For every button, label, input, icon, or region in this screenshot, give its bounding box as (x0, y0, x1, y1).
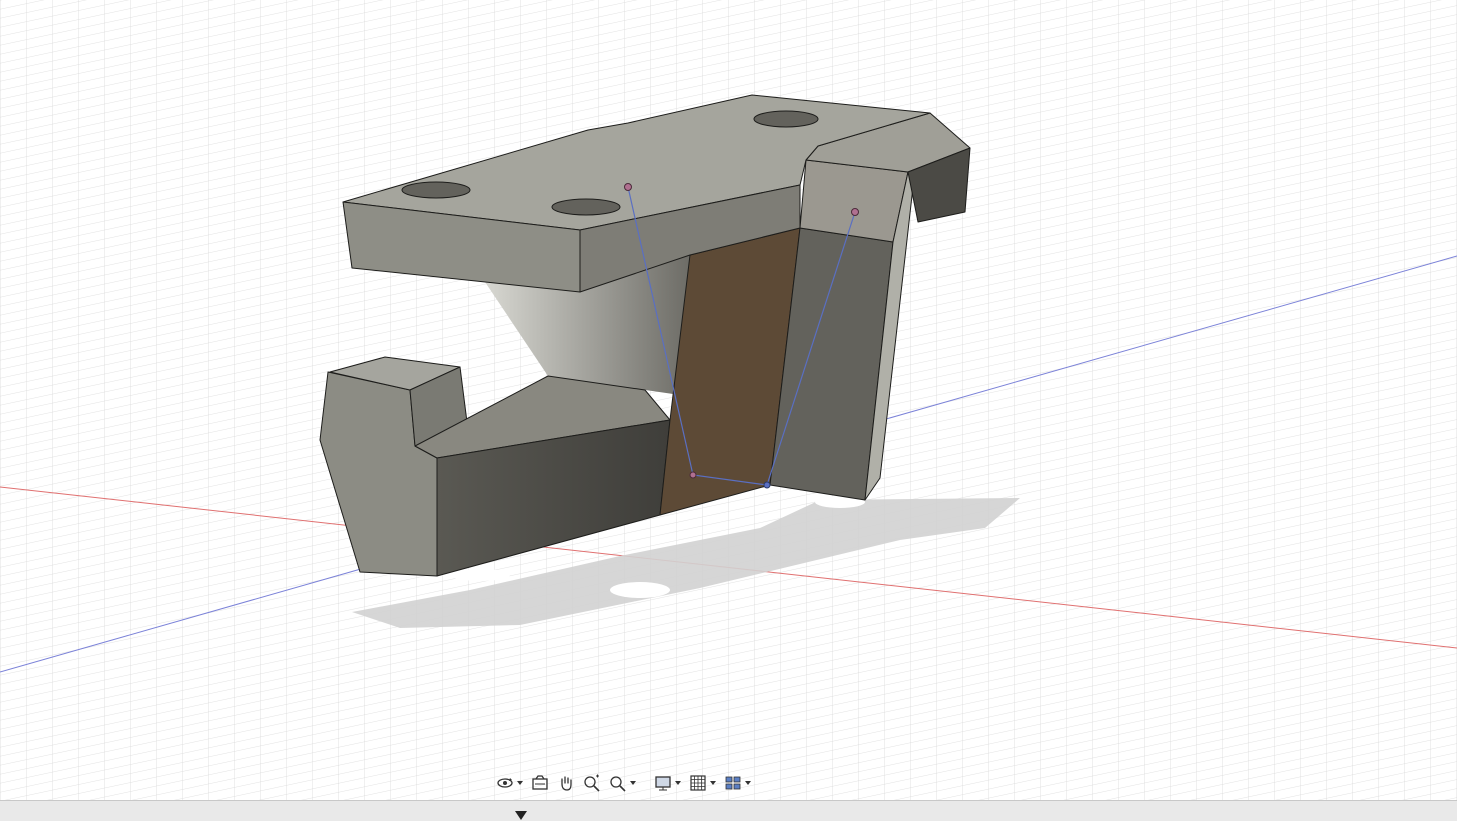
post-upper-face[interactable] (799, 159, 909, 243)
viewports-button[interactable] (722, 771, 753, 795)
timeline-feature-icon[interactable] (322, 815, 339, 821)
3d-viewport[interactable] (0, 0, 1457, 800)
timeline-feature-icon[interactable] (161, 815, 178, 821)
zoom-icon (583, 774, 601, 792)
timeline-feature-icon[interactable] (207, 815, 224, 821)
look-at-button[interactable] (529, 771, 551, 795)
timeline-bar (0, 800, 1457, 821)
timeline-feature-icon[interactable] (414, 815, 431, 821)
grid-settings-button[interactable] (687, 771, 718, 795)
timeline-feature-icon[interactable] (0, 815, 17, 821)
display-settings-icon (654, 774, 672, 792)
sketch-point[interactable] (689, 471, 697, 479)
orbit-icon (496, 774, 514, 792)
sketch-point[interactable] (763, 481, 771, 489)
navigation-toolbar (494, 770, 753, 796)
hole[interactable] (551, 198, 621, 216)
viewports-dropdown-caret[interactable] (745, 781, 751, 785)
timeline-features (0, 815, 500, 821)
timeline-feature-icon[interactable] (460, 815, 477, 821)
shadow-hole (610, 582, 670, 598)
look-at-icon (531, 774, 549, 792)
zoom-window-icon (609, 774, 627, 792)
hole[interactable] (401, 181, 471, 199)
timeline-feature-icon[interactable] (437, 815, 454, 821)
timeline-feature-icon[interactable] (184, 815, 201, 821)
viewports-icon (724, 774, 742, 792)
timeline-feature-icon[interactable] (92, 815, 109, 821)
viewport-canvas[interactable] (0, 0, 1457, 800)
timeline-feature-icon[interactable] (391, 815, 408, 821)
timeline-marker-icon[interactable] (515, 811, 527, 820)
sketch-point[interactable] (851, 208, 859, 216)
timeline-feature-icon[interactable] (483, 815, 500, 821)
pan-button[interactable] (555, 771, 577, 795)
timeline-feature-icon[interactable] (345, 815, 362, 821)
timeline-feature-icon[interactable] (253, 815, 270, 821)
orbit-button[interactable] (494, 771, 525, 795)
display-settings-button[interactable] (652, 771, 683, 795)
timeline-feature-icon[interactable] (138, 815, 155, 821)
timeline-feature-icon[interactable] (46, 815, 63, 821)
pan-hand-icon (557, 774, 575, 792)
hole[interactable] (753, 110, 819, 128)
timeline-feature-icon[interactable] (368, 815, 385, 821)
timeline-feature-icon[interactable] (69, 815, 86, 821)
shadow-hole (450, 569, 510, 581)
timeline-feature-icon[interactable] (230, 815, 247, 821)
display-dropdown-caret[interactable] (675, 781, 681, 785)
orbit-dropdown-caret[interactable] (517, 781, 523, 785)
grid-dropdown-caret[interactable] (710, 781, 716, 785)
grid-settings-icon (689, 774, 707, 792)
timeline-feature-icon[interactable] (115, 815, 132, 821)
zoom-button[interactable] (581, 771, 603, 795)
timeline-feature-icon[interactable] (299, 815, 316, 821)
zoom-window-button[interactable] (607, 771, 638, 795)
timeline-feature-icon[interactable] (23, 815, 40, 821)
timeline-feature-icon[interactable] (276, 815, 293, 821)
sketch-point[interactable] (624, 183, 632, 191)
zoom-dropdown-caret[interactable] (630, 781, 636, 785)
